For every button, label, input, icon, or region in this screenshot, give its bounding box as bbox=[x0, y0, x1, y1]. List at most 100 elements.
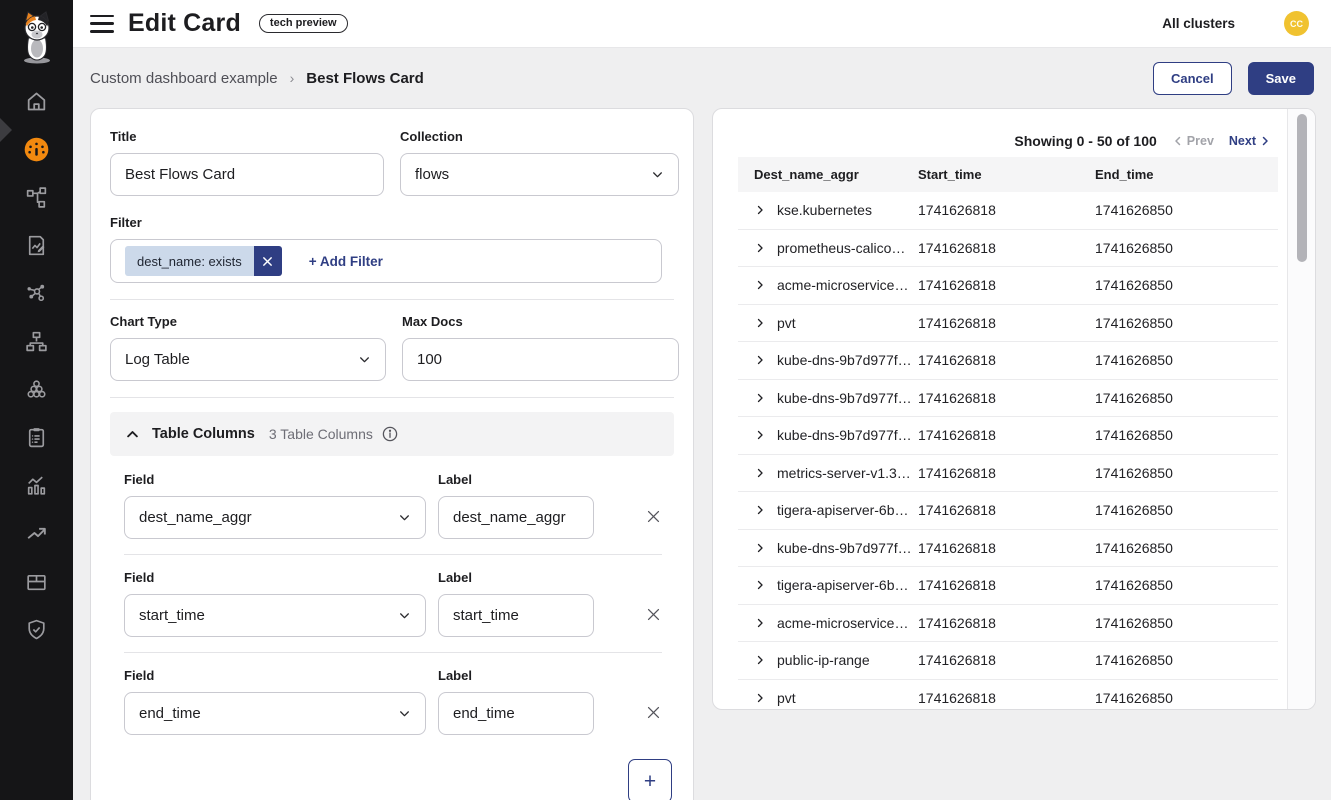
chart-type-label: Chart Type bbox=[110, 314, 386, 329]
table-row[interactable]: metrics-server-v1.3… 1741626818 17416268… bbox=[738, 455, 1278, 493]
cell-dest-name: acme-microservice… bbox=[777, 615, 908, 631]
title-input[interactable] bbox=[110, 153, 384, 196]
cancel-button[interactable]: Cancel bbox=[1153, 62, 1232, 95]
expand-row-icon[interactable] bbox=[754, 654, 766, 666]
table-column-row: Field dest_name_aggr Label bbox=[124, 472, 662, 555]
expand-row-icon[interactable] bbox=[754, 279, 766, 291]
table-row[interactable]: tigera-apiserver-6b… 1741626818 17416268… bbox=[738, 567, 1278, 605]
cell-start-time: 1741626818 bbox=[918, 390, 1095, 406]
service-graph-icon bbox=[24, 185, 49, 210]
field-rows: Field dest_name_aggr Label Field start_t… bbox=[124, 472, 662, 735]
molecule-flow-icon bbox=[24, 281, 49, 306]
prev-page-button[interactable]: Prev bbox=[1172, 134, 1214, 148]
table-row[interactable]: public-ip-range 1741626818 1741626850 bbox=[738, 642, 1278, 680]
cell-start-time: 1741626818 bbox=[918, 277, 1095, 293]
remove-filter-button[interactable] bbox=[254, 246, 282, 276]
expand-row-icon[interactable] bbox=[754, 204, 766, 216]
add-filter-button[interactable]: + Add Filter bbox=[309, 254, 383, 269]
expand-row-icon[interactable] bbox=[754, 692, 766, 704]
table-row[interactable]: acme-microservice… 1741626818 1741626850 bbox=[738, 605, 1278, 643]
remove-column-button[interactable] bbox=[645, 691, 662, 734]
filter-label: Filter bbox=[110, 215, 674, 230]
expand-row-icon[interactable] bbox=[754, 542, 766, 554]
cell-end-time: 1741626850 bbox=[1095, 240, 1278, 256]
table-row[interactable]: kube-dns-9b7d977f… 1741626818 1741626850 bbox=[738, 417, 1278, 455]
sidebar-item-policies[interactable] bbox=[0, 413, 73, 461]
field-select[interactable]: dest_name_aggr bbox=[124, 496, 426, 539]
breadcrumb-parent[interactable]: Custom dashboard example bbox=[90, 70, 278, 87]
label-input[interactable] bbox=[438, 496, 594, 539]
next-page-button[interactable]: Next bbox=[1229, 134, 1271, 148]
clipboard-list-icon bbox=[24, 425, 49, 450]
table-row[interactable]: kse.kubernetes 1741626818 1741626850 bbox=[738, 192, 1278, 230]
field-select[interactable]: end_time bbox=[124, 692, 426, 735]
expand-row-icon[interactable] bbox=[754, 617, 766, 629]
table-row[interactable]: pvt 1741626818 1741626850 bbox=[738, 680, 1278, 711]
label-label: Label bbox=[438, 668, 594, 683]
chevron-up-icon bbox=[125, 427, 140, 442]
sidebar-item-flow-visualizations[interactable] bbox=[0, 269, 73, 317]
table-columns-count: 3 Table Columns bbox=[269, 426, 373, 442]
cell-start-time: 1741626818 bbox=[918, 615, 1095, 631]
label-input[interactable] bbox=[438, 594, 594, 637]
expand-row-icon[interactable] bbox=[754, 317, 766, 329]
sidebar bbox=[0, 0, 73, 800]
chevron-down-icon bbox=[651, 168, 664, 181]
sidebar-item-clusters[interactable] bbox=[0, 365, 73, 413]
field-label: Field bbox=[124, 472, 426, 487]
avatar[interactable]: CC bbox=[1284, 11, 1309, 36]
table-row[interactable]: prometheus-calico… 1741626818 1741626850 bbox=[738, 230, 1278, 268]
field-label: Field bbox=[124, 668, 426, 683]
sidebar-item-analytics[interactable] bbox=[0, 461, 73, 509]
expand-row-icon[interactable] bbox=[754, 429, 766, 441]
cell-end-time: 1741626850 bbox=[1095, 202, 1278, 218]
expand-row-icon[interactable] bbox=[754, 242, 766, 254]
info-icon[interactable] bbox=[382, 426, 398, 442]
table-row[interactable]: kube-dns-9b7d977f… 1741626818 1741626850 bbox=[738, 342, 1278, 380]
sidebar-item-home[interactable] bbox=[0, 77, 73, 125]
expand-row-icon[interactable] bbox=[754, 467, 766, 479]
sidebar-item-workloads[interactable] bbox=[0, 557, 73, 605]
cluster-selector[interactable]: All clusters bbox=[1162, 16, 1235, 31]
scrollbar-thumb[interactable] bbox=[1297, 114, 1307, 262]
sidebar-item-service-graph[interactable] bbox=[0, 173, 73, 221]
cell-dest-name: acme-microservice… bbox=[777, 277, 908, 293]
close-icon bbox=[645, 606, 662, 623]
sidebar-item-security[interactable] bbox=[0, 605, 73, 653]
sitemap-icon bbox=[24, 329, 49, 354]
expand-row-icon[interactable] bbox=[754, 579, 766, 591]
label-input[interactable] bbox=[438, 692, 594, 735]
expand-row-icon[interactable] bbox=[754, 354, 766, 366]
page-title: Edit Card bbox=[128, 9, 241, 38]
table-row[interactable]: pvt 1741626818 1741626850 bbox=[738, 305, 1278, 343]
sidebar-item-dashboards[interactable] bbox=[0, 125, 73, 173]
collection-select[interactable]: flows bbox=[400, 153, 679, 196]
chart-type-select[interactable]: Log Table bbox=[110, 338, 386, 381]
cell-dest-name: pvt bbox=[777, 690, 796, 706]
cell-dest-name: kube-dns-9b7d977f… bbox=[777, 427, 912, 443]
close-icon bbox=[645, 704, 662, 721]
table-columns-section-header[interactable]: Table Columns 3 Table Columns bbox=[110, 412, 674, 456]
expand-row-icon[interactable] bbox=[754, 392, 766, 404]
sidebar-item-trends[interactable] bbox=[0, 509, 73, 557]
sidebar-item-reports[interactable] bbox=[0, 221, 73, 269]
table-row[interactable]: tigera-apiserver-6b… 1741626818 17416268… bbox=[738, 492, 1278, 530]
breadcrumb-current: Best Flows Card bbox=[306, 70, 424, 87]
table-row[interactable]: kube-dns-9b7d977f… 1741626818 1741626850 bbox=[738, 530, 1278, 568]
field-select[interactable]: start_time bbox=[124, 594, 426, 637]
max-docs-input[interactable] bbox=[402, 338, 679, 381]
table-row[interactable]: acme-microservice… 1741626818 1741626850 bbox=[738, 267, 1278, 305]
expand-row-icon[interactable] bbox=[754, 504, 766, 516]
scrollbar-track[interactable] bbox=[1287, 109, 1315, 709]
hamburger-menu-icon[interactable] bbox=[90, 15, 114, 33]
remove-column-button[interactable] bbox=[645, 495, 662, 538]
cell-start-time: 1741626818 bbox=[918, 652, 1095, 668]
cell-end-time: 1741626850 bbox=[1095, 277, 1278, 293]
save-button[interactable]: Save bbox=[1248, 62, 1314, 95]
cell-end-time: 1741626850 bbox=[1095, 352, 1278, 368]
table-row[interactable]: kube-dns-9b7d977f… 1741626818 1741626850 bbox=[738, 380, 1278, 418]
sidebar-item-network-topology[interactable] bbox=[0, 317, 73, 365]
add-column-button[interactable]: + bbox=[628, 759, 672, 800]
label-label: Label bbox=[438, 570, 594, 585]
remove-column-button[interactable] bbox=[645, 593, 662, 636]
